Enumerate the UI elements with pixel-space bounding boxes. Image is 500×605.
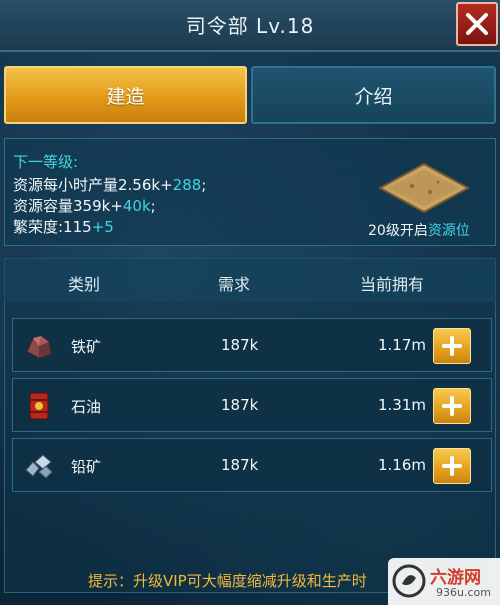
iron-ore-icon xyxy=(26,335,52,359)
close-button[interactable] xyxy=(456,2,498,46)
unlock-text: 20级开启资源位 xyxy=(368,220,470,240)
unlock-resource-slot: 资源位 xyxy=(427,223,470,239)
vip-tip: 提示：升级VIP可大幅度缩减升级和生产时 xyxy=(88,572,367,590)
page-title: 司令部 Lv.18 xyxy=(185,14,315,38)
plus-icon xyxy=(442,396,462,416)
site-url: 936u.com xyxy=(436,586,491,599)
table-row: 石油 187k 1.31m xyxy=(12,378,492,432)
site-logo-icon xyxy=(392,564,426,598)
resource-output-end: ; xyxy=(201,176,207,194)
col-need: 需求 xyxy=(218,275,251,294)
close-icon xyxy=(466,13,488,35)
window-header: 司令部 Lv.18 xyxy=(0,0,500,52)
resource-need: 187k xyxy=(221,456,259,474)
resource-need: 187k xyxy=(221,336,259,354)
prosperity-text: 繁荣度:115 xyxy=(13,218,92,236)
prosperity-line: 繁荣度:115+5 xyxy=(13,216,114,237)
unlock-level-text: 20级开启 xyxy=(368,223,428,239)
plus-icon xyxy=(442,336,462,356)
resource-capacity-bonus: 40k xyxy=(122,197,151,215)
resource-tile-icon xyxy=(378,162,470,214)
plus-icon xyxy=(442,456,462,476)
resource-name: 铅矿 xyxy=(71,458,102,476)
add-oil-button[interactable] xyxy=(433,388,471,424)
resource-capacity-text: 资源容量359k+ xyxy=(13,197,123,215)
resource-name: 石油 xyxy=(71,398,102,416)
col-have: 当前拥有 xyxy=(360,275,425,294)
site-name: 六游网 xyxy=(430,568,481,588)
resource-capacity-line: 资源容量359k+40k; xyxy=(13,195,156,216)
next-level-label: 下一等级: xyxy=(13,153,79,171)
lead-ore-icon xyxy=(25,454,53,479)
resource-name: 铁矿 xyxy=(71,338,102,356)
resource-have: 1.31m xyxy=(378,396,427,414)
resource-output-bonus: 288 xyxy=(172,176,202,194)
table-row: 铁矿 187k 1.17m xyxy=(12,318,492,372)
resource-output-text: 资源每小时产量2.56k+ xyxy=(13,176,173,194)
table-row: 铅矿 187k 1.16m xyxy=(12,438,492,492)
resource-need: 187k xyxy=(221,396,259,414)
add-lead-button[interactable] xyxy=(433,448,471,484)
site-watermark: 六游网 936u.com xyxy=(388,558,500,605)
tab-intro[interactable]: 介绍 xyxy=(251,66,496,124)
oil-barrel-icon xyxy=(29,392,49,420)
add-iron-button[interactable] xyxy=(433,328,471,364)
prosperity-bonus: +5 xyxy=(91,218,114,236)
col-category: 类别 xyxy=(68,275,101,294)
resource-output-line: 资源每小时产量2.56k+288; xyxy=(13,174,206,195)
resource-have: 1.16m xyxy=(378,456,427,474)
resource-have: 1.17m xyxy=(378,336,427,354)
tab-build[interactable]: 建造 xyxy=(4,66,247,124)
resource-capacity-end: ; xyxy=(150,197,156,215)
